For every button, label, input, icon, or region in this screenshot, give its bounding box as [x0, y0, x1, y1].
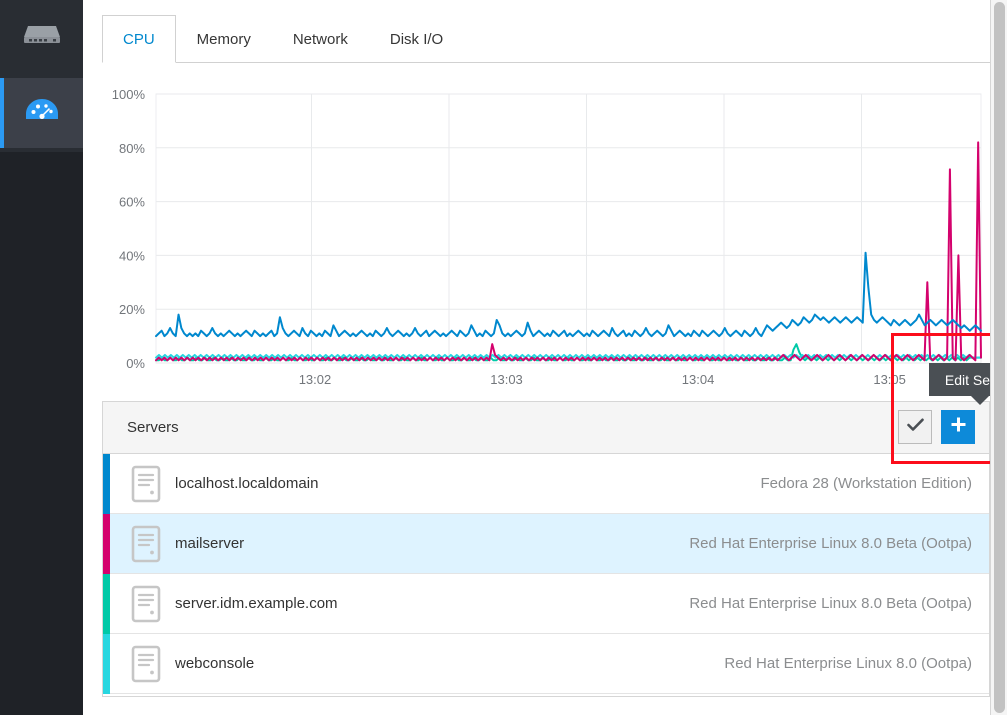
content-scroll-area: CPU Memory Network Disk I/O 0% 20% 40% 60% 8… [83, 0, 990, 715]
panel-title: Servers [127, 419, 179, 436]
servers-panel-header: Servers [103, 402, 989, 454]
sidebar-filler [0, 152, 83, 715]
metric-tabs: CPU Memory Network Disk I/O [102, 15, 990, 63]
server-icon [131, 585, 161, 623]
tooltip-label: Edit Server [944, 371, 990, 388]
sidebar-item-dashboard[interactable] [0, 78, 83, 148]
server-icon [131, 465, 161, 503]
server-name: mailserver [175, 535, 245, 552]
edit-server-tooltip: Edit Server [929, 363, 990, 405]
y-axis-tick-label: 60% [119, 195, 145, 210]
cpu-usage-chart: 0% 20% 40% 60% 80% 100% 13:02 13:03 13:04 13:05 [102, 78, 990, 388]
check-icon [906, 418, 924, 436]
server-os: Red Hat Enterprise Linux 8.0 (Ootpa) [724, 655, 972, 672]
x-axis-tick-label: 13:03 [490, 372, 523, 387]
tab-cpu[interactable]: CPU [102, 15, 176, 63]
scrollbar-thumb[interactable] [994, 2, 1005, 713]
tab-memory[interactable]: Memory [176, 15, 272, 63]
tooltip-arrow [970, 396, 989, 405]
content-panel: CPU Memory Network Disk I/O 0% 20% 40% 60% 8… [83, 0, 1007, 715]
add-server-button[interactable] [941, 410, 975, 444]
server-name: webconsole [175, 655, 255, 672]
server-color-indicator [103, 634, 110, 694]
tab-disk-io[interactable]: Disk I/O [369, 15, 464, 63]
server-name: localhost.localdomain [175, 475, 319, 492]
left-sidebar [0, 0, 83, 715]
tab-network[interactable]: Network [272, 15, 369, 63]
server-color-indicator [103, 454, 110, 514]
chart-series-line [155, 353, 982, 359]
server-name: server.idm.example.com [175, 595, 338, 612]
x-axis-tick-label: 13:05 [873, 372, 906, 387]
y-axis-tick-label: 20% [119, 302, 145, 317]
y-axis-tick-label: 40% [119, 248, 145, 263]
table-row[interactable]: mailserver Red Hat Enterprise Linux 8.0 B… [103, 514, 989, 574]
vertical-scrollbar[interactable] [990, 0, 1007, 715]
server-os: Red Hat Enterprise Linux 8.0 Beta (Ootpa… [689, 595, 972, 612]
table-row[interactable]: webconsole Red Hat Enterprise Linux 8.0 (… [103, 634, 989, 694]
edit-server-toggle[interactable] [898, 410, 932, 444]
y-axis-tick-label: 80% [119, 141, 145, 156]
servers-panel: Servers localhost.localdomain Fedora 28 … [102, 401, 990, 697]
server-color-indicator [103, 574, 110, 634]
server-color-indicator [103, 514, 110, 574]
server-os: Red Hat Enterprise Linux 8.0 Beta (Ootpa… [689, 535, 972, 552]
servers-list: localhost.localdomain Fedora 28 (Workstat… [103, 454, 989, 694]
sidebar-item-servers[interactable] [0, 0, 83, 70]
plus-icon [950, 412, 967, 442]
panel-action-buttons [898, 410, 975, 444]
y-axis-tick-label: 0% [126, 356, 145, 371]
server-icon [131, 525, 161, 563]
server-os: Fedora 28 (Workstation Edition) [760, 475, 973, 492]
cpu-chart-svg: 0% 20% 40% 60% 80% 100% 13:02 13:03 13:04 13:05 [112, 87, 982, 387]
app-root: CPU Memory Network Disk I/O 0% 20% 40% 60% 8… [0, 0, 1007, 715]
x-axis-tick-label: 13:02 [299, 372, 332, 387]
table-row[interactable]: localhost.localdomain Fedora 28 (Workstat… [103, 454, 989, 514]
server-icon [131, 645, 161, 683]
gauge-dashboard-icon [25, 97, 59, 130]
active-indicator-bar [0, 78, 4, 148]
server-rack-icon [22, 20, 62, 51]
y-axis-tick-label: 100% [112, 87, 146, 102]
table-row[interactable]: server.idm.example.com Red Hat Enterprise… [103, 574, 989, 634]
x-axis-tick-label: 13:04 [682, 372, 715, 387]
